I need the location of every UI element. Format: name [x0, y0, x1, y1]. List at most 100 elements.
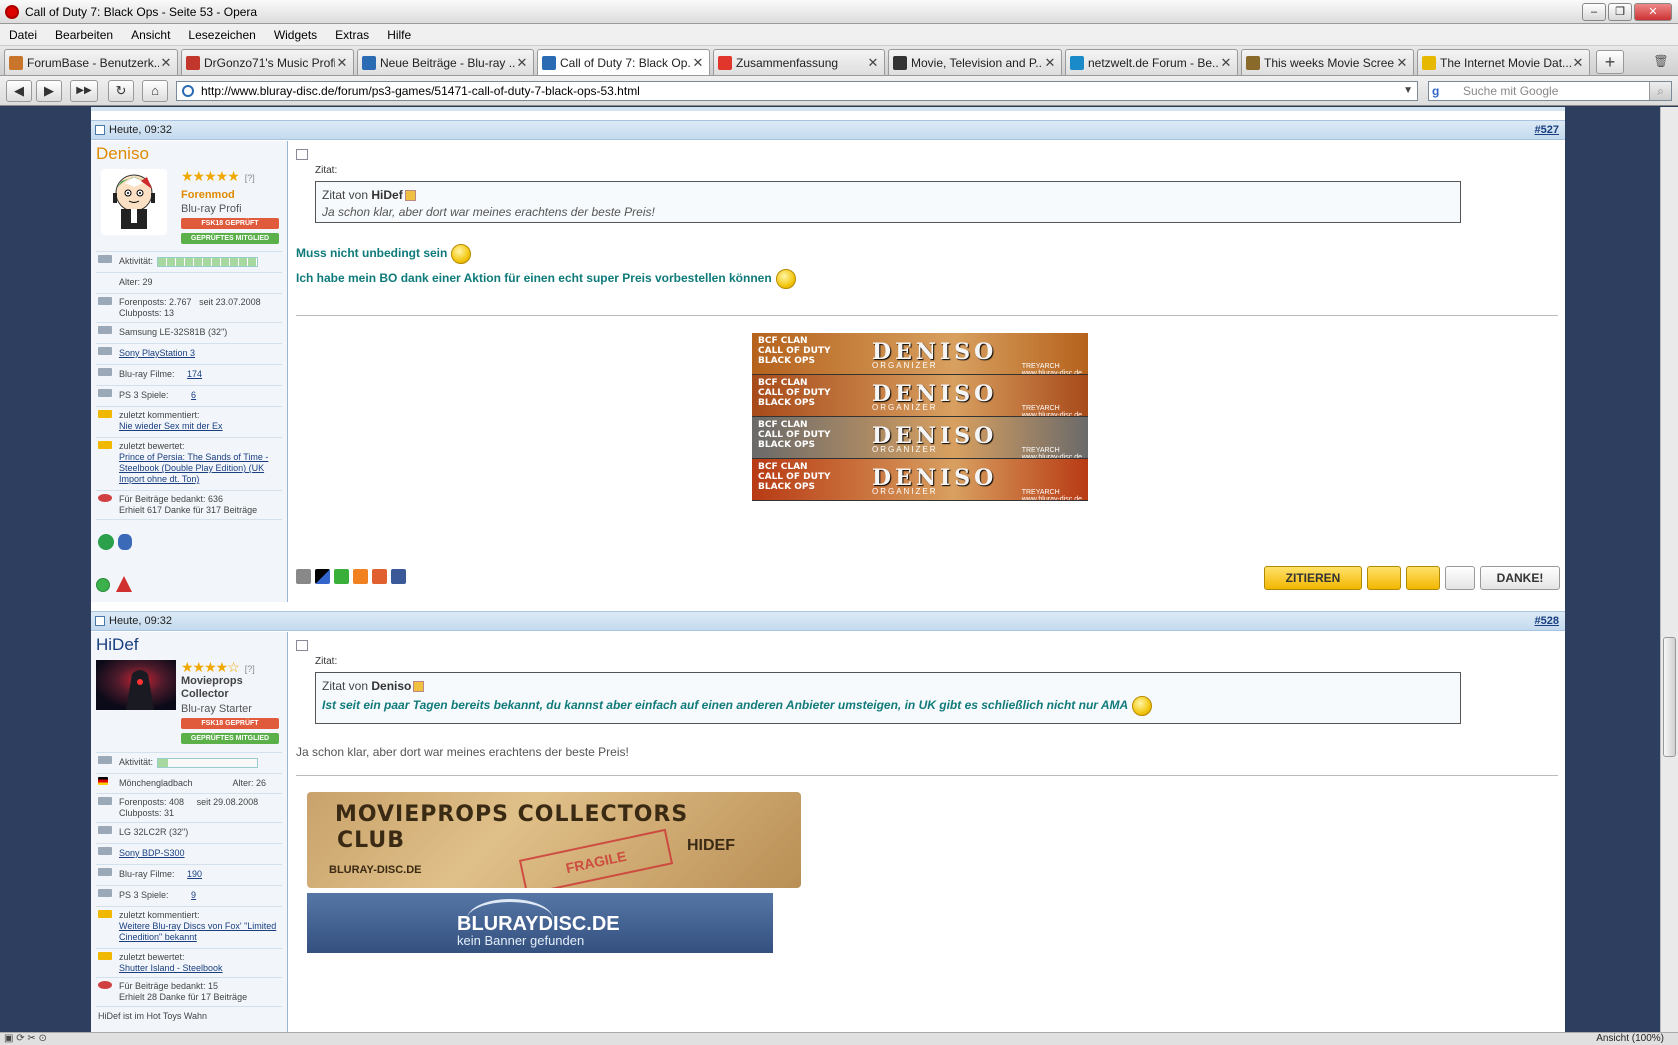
bluray-count-link[interactable]: 190	[187, 869, 202, 879]
tab-favicon-icon	[362, 55, 376, 70]
minimize-button[interactable]: –	[1582, 3, 1606, 21]
tab-close-icon[interactable]: ✕	[866, 55, 880, 71]
bluray-row: Blu-ray Filme: 190	[96, 864, 282, 884]
back-button[interactable]: ◀	[6, 80, 32, 102]
clan-signature-banner: BCF CLAN CALL OF DUTY BLACK OPS DENISO ORGAN…	[752, 417, 1088, 459]
bluray-count-link[interactable]: 174	[187, 369, 202, 379]
movieprops-banner[interactable]: MOVIEPROPS COLLECTORS CLUB HIDEF FRAGILE…	[307, 792, 801, 888]
tab-4[interactable]: Call of Duty 7: Black Op... ✕	[537, 49, 710, 75]
rated-link[interactable]: Shutter Island - Steelbook	[119, 963, 223, 973]
search-input[interactable]: g Suche mit Google ⌕	[1428, 81, 1672, 101]
tab-close-icon[interactable]: ✕	[1219, 55, 1233, 71]
delicious-icon[interactable]	[315, 569, 330, 584]
facebook-icon[interactable]	[391, 569, 406, 584]
menu-datei[interactable]: Datei	[0, 28, 46, 42]
mister-wong-icon[interactable]	[296, 569, 311, 584]
commented-label: zuletzt kommentiert:	[119, 410, 200, 420]
user-avatar[interactable]	[101, 169, 167, 235]
tab-close-icon[interactable]: ✕	[1395, 55, 1409, 71]
tab-9[interactable]: The Internet Movie Dat... ✕	[1417, 49, 1590, 75]
menu-lesezeichen[interactable]: Lesezeichen	[179, 28, 264, 42]
smiley-icon	[1132, 696, 1153, 716]
yigg-icon[interactable]	[353, 569, 368, 584]
forward-button[interactable]: ▶	[36, 80, 62, 102]
google-icon[interactable]: g	[1432, 84, 1446, 98]
rated-label: zuletzt bewertet:	[119, 441, 185, 451]
fast-forward-button[interactable]: ▶▶	[70, 80, 98, 102]
banner-subtitle: kein Banner gefunden	[457, 933, 585, 948]
trash-icon[interactable]: 🗑	[1650, 50, 1672, 74]
bluray-disc-banner[interactable]: BLURAYDISC.DE kein Banner gefunden	[307, 893, 773, 953]
address-field[interactable]: http://www.bluray-disc.de/forum/ps3-game…	[176, 81, 1418, 101]
quick-reply-button[interactable]	[1406, 566, 1440, 590]
tab-6[interactable]: Movie, Television and P... ✕	[888, 49, 1062, 75]
report-icon[interactable]	[116, 576, 132, 592]
banner-clan-block: BCF CLAN CALL OF DUTY BLACK OPS	[758, 420, 831, 450]
smiley-icon	[451, 244, 472, 264]
help-link[interactable]: [?]	[245, 664, 255, 674]
tv-icon	[98, 826, 112, 834]
tab-2[interactable]: DrGonzo71's Music Profil... ✕	[181, 49, 354, 75]
menu-bar: Datei Bearbeiten Ansicht Lesezeichen Wid…	[0, 24, 1678, 46]
tab-close-icon[interactable]: ✕	[1043, 55, 1057, 71]
rated-link[interactable]: Prince of Persia: The Sands of Time - St…	[119, 452, 268, 484]
quote-label: Zitat:	[315, 165, 338, 176]
tab-7[interactable]: netzwelt.de Forum - Be... ✕	[1065, 49, 1238, 75]
ps3-count-link[interactable]: 9	[191, 890, 196, 900]
user-avatar[interactable]	[96, 660, 176, 710]
quote-prefix: Zitat von	[322, 188, 369, 202]
menu-widgets[interactable]: Widgets	[265, 28, 326, 42]
quote-button[interactable]: ZITIEREN	[1264, 566, 1362, 590]
zoom-level[interactable]: Ansicht (100%)	[1596, 1033, 1664, 1045]
age-value: Alter: 29	[119, 277, 153, 287]
vertical-scrollbar[interactable]	[1660, 107, 1678, 1032]
scroll-top-button[interactable]	[1445, 566, 1475, 590]
new-tab-button[interactable]: +	[1596, 50, 1624, 74]
tab-5[interactable]: Zusammenfassung ✕	[713, 49, 885, 75]
quote-button-label: ZITIEREN	[1285, 571, 1341, 585]
player-link[interactable]: Sony BDP-S300	[119, 848, 185, 858]
view-post-icon[interactable]	[404, 190, 416, 202]
tab-close-icon[interactable]: ✕	[691, 55, 705, 71]
maximize-button[interactable]: ❐	[1608, 3, 1632, 21]
chevron-down-icon[interactable]: ▼	[1403, 82, 1413, 100]
help-link[interactable]: [?]	[245, 173, 255, 183]
tab-3[interactable]: Neue Beiträge - Blu-ray ... ✕	[357, 49, 534, 75]
tab-close-icon[interactable]: ✕	[159, 55, 173, 71]
scrollbar-thumb[interactable]	[1663, 637, 1676, 757]
tab-1[interactable]: ForumBase - Benutzerk... ✕	[4, 49, 178, 75]
tab-close-icon[interactable]: ✕	[515, 55, 529, 71]
banner-studio: TREYARCH	[1021, 363, 1060, 370]
search-go-icon[interactable]: ⌕	[1649, 82, 1671, 100]
commented-link[interactable]: Nie wieder Sex mit der Ex	[119, 421, 223, 431]
post-number-link[interactable]: #528	[1535, 612, 1559, 630]
rating-stars: ★★★★★ [?]	[181, 168, 255, 185]
banner-game: CALL OF DUTY	[758, 472, 831, 482]
reload-button[interactable]: ↻	[108, 80, 134, 102]
menu-hilfe[interactable]: Hilfe	[378, 28, 420, 42]
tab-8[interactable]: This weeks Movie Scree... ✕	[1241, 49, 1414, 75]
menu-bearbeiten[interactable]: Bearbeiten	[46, 28, 122, 42]
banner-role: ORGANIZER	[872, 487, 938, 496]
ps3-count-link[interactable]: 6	[191, 390, 196, 400]
view-post-icon[interactable]	[413, 681, 425, 693]
username-link[interactable]: Deniso	[96, 144, 149, 164]
tab-close-icon[interactable]: ✕	[1571, 55, 1585, 71]
tab-close-icon[interactable]: ✕	[335, 55, 349, 71]
home-button[interactable]: ⌂	[142, 80, 168, 102]
menu-extras[interactable]: Extras	[326, 28, 378, 42]
player-link[interactable]: Sony PlayStation 3	[119, 348, 195, 358]
menu-ansicht[interactable]: Ansicht	[122, 28, 179, 42]
username-link[interactable]: HiDef	[96, 635, 139, 655]
post-number-link[interactable]: #527	[1535, 121, 1559, 139]
thanks-button[interactable]: DANKE!	[1480, 566, 1560, 590]
linkarena-icon[interactable]	[372, 569, 387, 584]
gamepad-icon	[98, 389, 112, 397]
commented-link[interactable]: Weitere Blu-ray Discs von Fox' "Limited …	[119, 921, 276, 942]
close-window-button[interactable]: ✕	[1634, 3, 1672, 21]
multi-quote-button[interactable]	[1367, 566, 1401, 590]
quote-author: Zitat von HiDef	[322, 188, 1454, 202]
webnews-icon[interactable]	[334, 569, 349, 584]
status-row: HiDef ist im Hot Toys Wahn	[96, 1006, 282, 1026]
post-date: Heute, 09:32	[109, 615, 172, 627]
